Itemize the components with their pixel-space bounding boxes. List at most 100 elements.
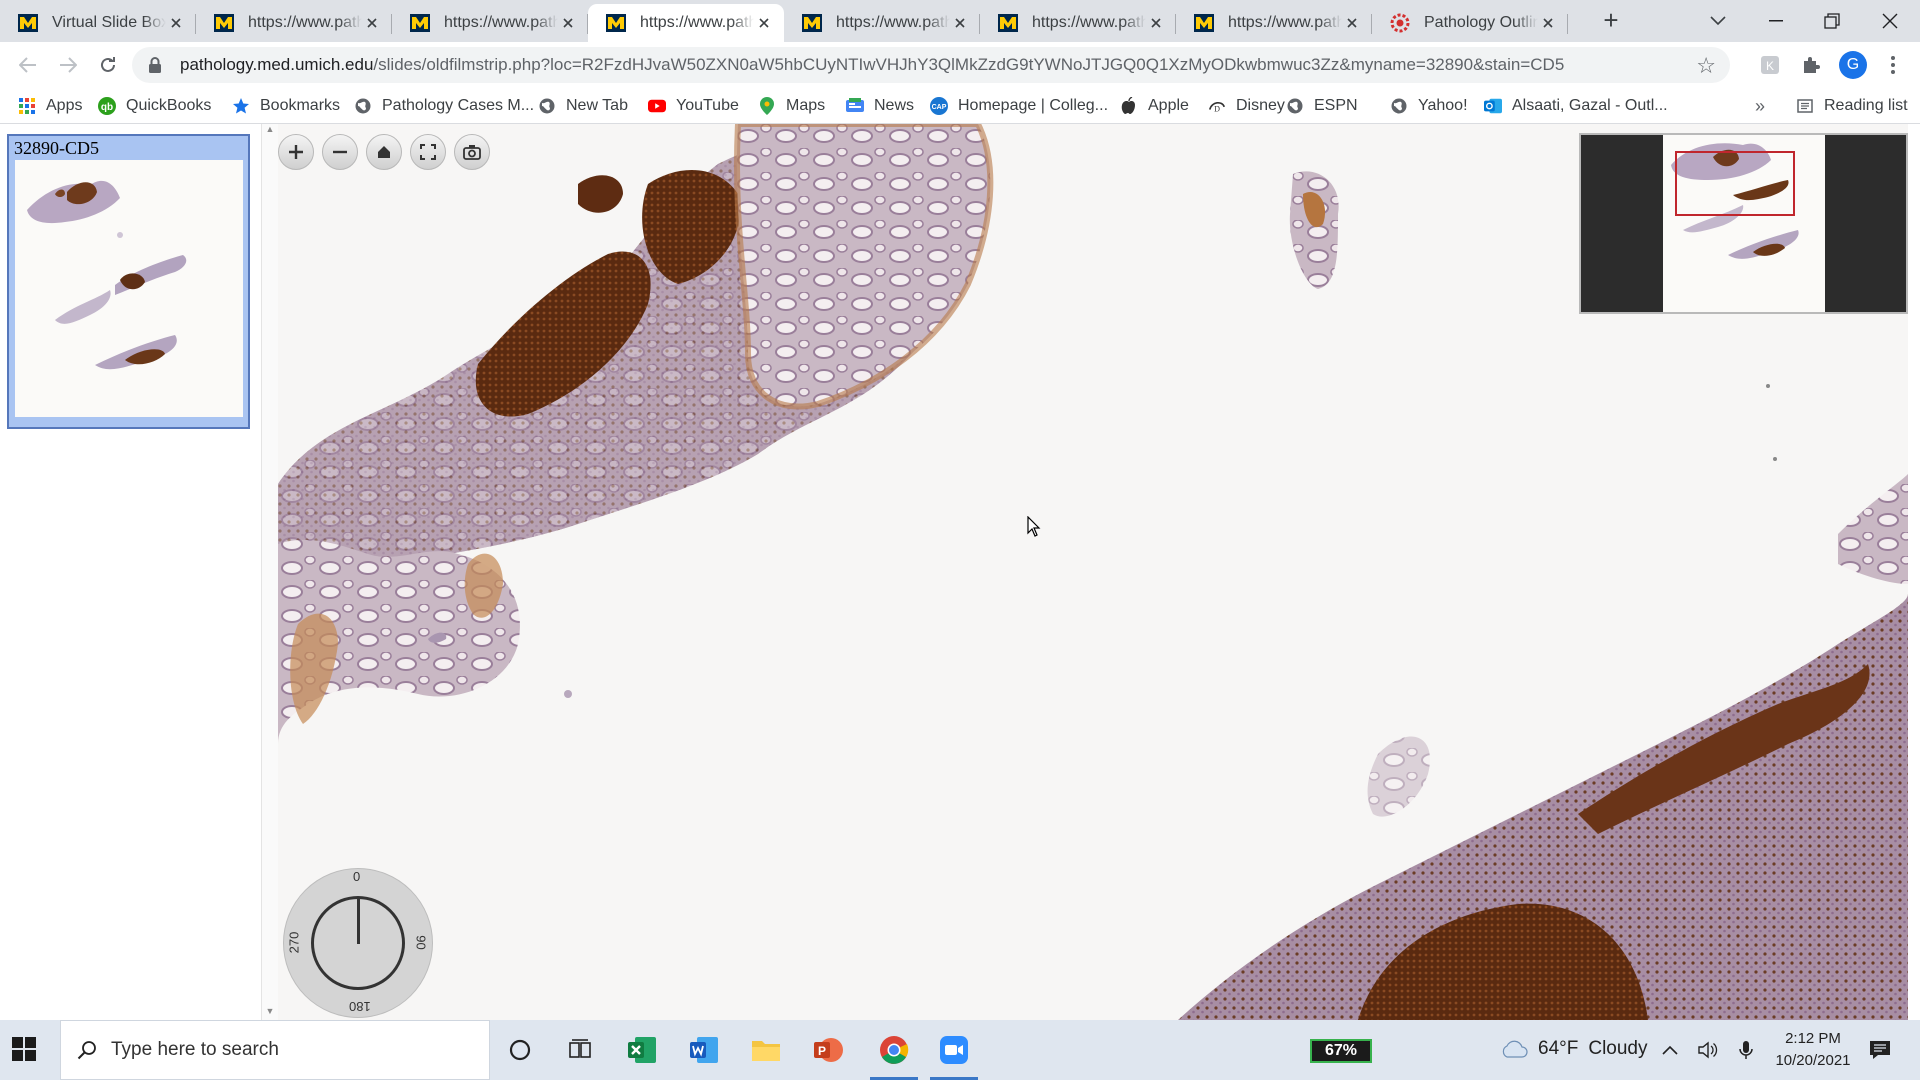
reading-list-icon — [1796, 97, 1814, 115]
rotation-needle[interactable] — [357, 897, 360, 944]
bookmark-item[interactable]: News — [846, 94, 914, 118]
star-icon — [232, 97, 250, 115]
tab-close-icon[interactable] — [1146, 13, 1166, 33]
cortana-button[interactable] — [490, 1020, 550, 1080]
scroll-down-icon[interactable]: ▼ — [264, 1006, 276, 1018]
fullscreen-button[interactable] — [410, 134, 446, 170]
bookmark-item[interactable]: Maps — [758, 94, 825, 118]
home-button[interactable] — [366, 134, 402, 170]
bookmark-item[interactable]: qb QuickBooks — [98, 94, 211, 118]
task-view-button[interactable] — [550, 1020, 610, 1080]
zoom-app[interactable] — [924, 1020, 984, 1080]
back-button[interactable] — [14, 51, 42, 79]
browser-tab[interactable]: https://www.path — [392, 4, 588, 42]
tab-title: https://www.path — [444, 14, 558, 31]
bookmark-label: Pathology Cases M... — [382, 97, 535, 114]
show-hidden-icons-button[interactable] — [1658, 1038, 1682, 1062]
microphone-button[interactable] — [1734, 1038, 1758, 1062]
rotation-dial[interactable]: 0 90 180 270 — [283, 868, 433, 1018]
close-window-button[interactable] — [1862, 0, 1918, 42]
address-bar[interactable]: pathology.med.umich.edu/slides/oldfilmst… — [132, 47, 1730, 83]
tab-close-icon[interactable] — [1342, 13, 1362, 33]
browser-tab[interactable]: https://www.path — [980, 4, 1176, 42]
word-app[interactable] — [674, 1020, 734, 1080]
bookmark-item[interactable]: CAP Homepage | Colleg... — [930, 94, 1108, 118]
filmstrip-thumbnail[interactable]: 32890-CD5 — [7, 134, 250, 429]
tab-close-icon[interactable] — [166, 13, 186, 33]
notifications-button[interactable] — [1868, 1038, 1892, 1062]
taskbar-search-box[interactable]: Type here to search — [60, 1020, 490, 1080]
bookmark-item[interactable]: Apple — [1120, 94, 1189, 118]
filmstrip-scrollbar[interactable]: ▲ ▼ — [262, 124, 278, 1020]
minimize-button[interactable] — [1748, 0, 1804, 42]
umich-block-m-icon — [214, 13, 234, 33]
bookmark-item[interactable]: YouTube — [648, 94, 739, 118]
more-bookmarks-button[interactable]: » — [1755, 96, 1765, 117]
tab-close-icon[interactable] — [1538, 13, 1558, 33]
reading-list-button[interactable]: Reading list — [1796, 94, 1908, 118]
tab-search-icon[interactable] — [1690, 0, 1746, 42]
globe-icon — [538, 97, 556, 115]
overview-viewport-box[interactable] — [1675, 151, 1795, 216]
bookmark-label: Homepage | Colleg... — [958, 97, 1109, 114]
tab-close-icon[interactable] — [558, 13, 578, 33]
scroll-up-icon[interactable]: ▲ — [264, 124, 276, 136]
weather-widget[interactable]: 64°F Cloudy — [1500, 1038, 1648, 1060]
forward-button[interactable] — [54, 51, 82, 79]
tab-title: Virtual Slide Box — [52, 14, 166, 31]
bookmark-item[interactable]: Apps — [18, 94, 82, 118]
restore-button[interactable] — [1804, 0, 1860, 42]
zoom-out-button[interactable] — [322, 134, 358, 170]
bookmark-item[interactable]: Bookmarks — [232, 94, 340, 118]
quickbooks-icon: qb — [98, 97, 116, 115]
screenshot-button[interactable] — [454, 134, 490, 170]
microphone-icon — [1739, 1041, 1753, 1059]
maps-pin-icon — [758, 97, 776, 115]
clock-date: 10/20/2021 — [1775, 1052, 1851, 1069]
bookmark-item[interactable]: Pathology Cases M... — [354, 94, 534, 118]
globe-icon — [354, 97, 372, 115]
bookmark-label: QuickBooks — [126, 97, 212, 114]
browser-tab[interactable]: https://www.path — [1176, 4, 1372, 42]
chrome-app[interactable] — [864, 1020, 924, 1080]
bookmark-item[interactable]: New Tab — [538, 94, 628, 118]
tab-close-icon[interactable] — [950, 13, 970, 33]
extension-icon[interactable]: K — [1757, 53, 1783, 77]
excel-app[interactable] — [612, 1020, 672, 1080]
taskbar-clock[interactable]: 2:12 PM 10/20/2021 — [1768, 1028, 1858, 1072]
search-placeholder: Type here to search — [111, 1039, 279, 1060]
browser-tab[interactable]: Virtual Slide Box — [0, 4, 196, 42]
bookmark-star-icon[interactable]: ☆ — [1696, 53, 1716, 79]
powerpoint-app[interactable]: P — [798, 1020, 858, 1080]
browser-tab[interactable]: https://www.path — [196, 4, 392, 42]
clock-time: 2:12 PM — [1785, 1030, 1841, 1047]
new-tab-button[interactable]: + — [1598, 7, 1624, 34]
tab-close-icon[interactable] — [754, 13, 774, 33]
bookmark-item[interactable]: D Disney — [1208, 94, 1285, 118]
windows-start-icon[interactable] — [12, 1037, 36, 1061]
chrome-icon — [880, 1036, 909, 1064]
extensions-puzzle-icon[interactable] — [1798, 53, 1824, 77]
bookmark-item[interactable]: ESPN — [1286, 94, 1358, 118]
battery-indicator[interactable]: 67% — [1310, 1039, 1372, 1063]
browser-tab[interactable]: https://www.path — [588, 4, 784, 42]
umich-block-m-icon — [410, 13, 430, 33]
tab-title: Pathology Outlin — [1424, 14, 1538, 31]
volume-button[interactable] — [1696, 1038, 1720, 1062]
file-explorer-app[interactable] — [736, 1020, 796, 1080]
bookmark-item[interactable]: Yahoo! — [1390, 94, 1468, 118]
reload-button[interactable] — [94, 51, 122, 79]
forward-arrow-icon — [60, 57, 77, 73]
bookmark-item[interactable]: Alsaati, Gazal - Outl... — [1484, 94, 1668, 118]
svg-text:P: P — [818, 1044, 826, 1058]
chrome-menu-icon[interactable] — [1880, 53, 1906, 77]
zoom-in-button[interactable] — [278, 134, 314, 170]
browser-tab[interactable]: https://www.path — [784, 4, 980, 42]
browser-tab[interactable]: Pathology Outlin — [1372, 4, 1568, 42]
tab-close-icon[interactable] — [362, 13, 382, 33]
zoom-out-icon — [333, 150, 347, 154]
profile-avatar[interactable]: G — [1839, 51, 1867, 79]
overview-navigator[interactable] — [1579, 133, 1908, 314]
lock-icon — [149, 57, 161, 73]
reload-icon — [101, 57, 115, 72]
